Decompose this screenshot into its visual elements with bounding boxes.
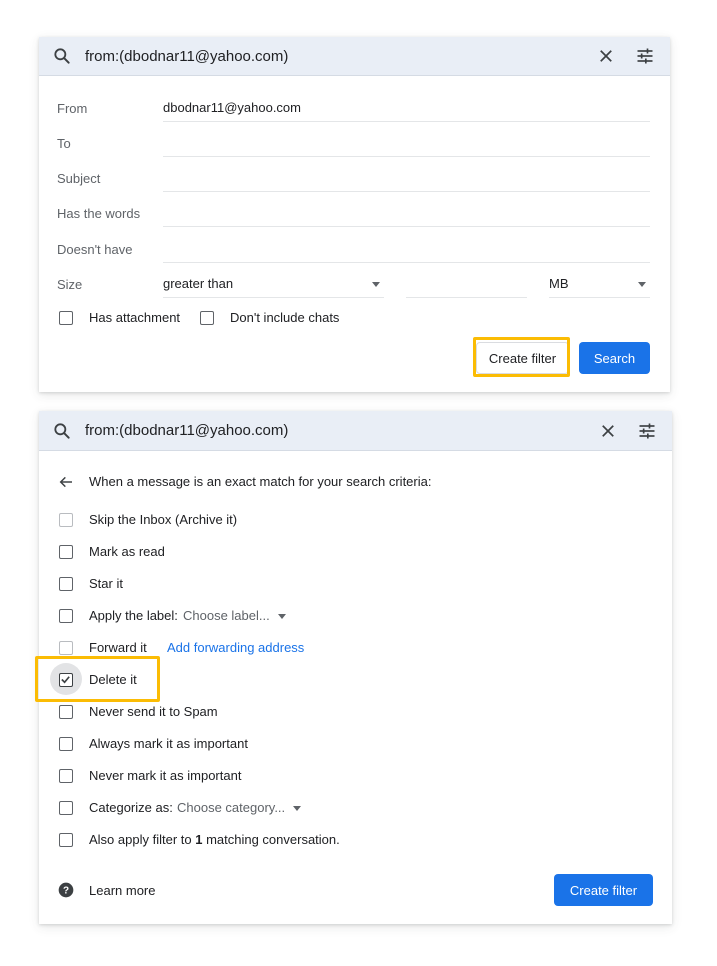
star-checkbox[interactable] — [59, 577, 73, 591]
to-label: To — [57, 136, 71, 151]
action-always-important: Always mark it as important — [39, 733, 672, 757]
never-spam-checkbox[interactable] — [59, 705, 73, 719]
apply-label-checkbox[interactable] — [59, 609, 73, 623]
create-filter-submit-button[interactable]: Create filter — [554, 874, 653, 906]
choose-category-value: Choose category... — [177, 800, 286, 815]
action-never-spam: Never send it to Spam — [39, 701, 672, 725]
action-categorize: Categorize as: Choose category... — [39, 797, 672, 821]
size-comparator-select[interactable]: greater than — [163, 269, 384, 298]
criteria-header: When a message is an exact match for you… — [89, 474, 432, 489]
size-value-input[interactable] — [406, 269, 527, 298]
never-important-label: Never mark it as important — [89, 768, 242, 783]
tune-icon[interactable] — [635, 46, 655, 66]
apply-label-label: Apply the label: — [89, 608, 178, 623]
size-label: Size — [57, 277, 83, 292]
help-icon[interactable]: ? — [58, 882, 74, 898]
also-apply-prefix: Also apply filter to — [89, 832, 196, 847]
doesnt-have-field[interactable] — [163, 234, 650, 263]
search-criteria-panel: from:(dbodnar11@yahoo.com) From dbodnar1… — [39, 37, 670, 392]
from-label: From — [57, 101, 88, 116]
always-important-checkbox[interactable] — [59, 737, 73, 751]
choose-category-dropdown[interactable]: Choose category... — [177, 800, 302, 815]
checkmark-icon — [61, 676, 70, 684]
search-query[interactable]: from:(dbodnar11@yahoo.com) — [85, 422, 288, 439]
also-apply-suffix: matching conversation. — [202, 832, 340, 847]
categorize-checkbox[interactable] — [59, 801, 73, 815]
forward-label: Forward it — [89, 640, 147, 655]
skip-inbox-checkbox[interactable] — [59, 513, 73, 527]
delete-label: Delete it — [89, 672, 137, 687]
search-button[interactable]: Search — [579, 342, 650, 374]
chevron-down-icon — [293, 806, 302, 812]
chevron-down-icon — [638, 282, 646, 287]
has-attachment-label: Has attachment — [89, 310, 181, 325]
size-unit-value: MB — [549, 276, 569, 291]
dont-include-chats-label: Don't include chats — [230, 310, 340, 325]
from-field[interactable]: dbodnar11@yahoo.com — [163, 93, 650, 122]
close-icon[interactable] — [599, 422, 617, 440]
also-apply-checkbox[interactable] — [59, 833, 73, 847]
action-apply-label: Apply the label: Choose label... — [39, 605, 672, 629]
size-unit-select[interactable]: MB — [549, 269, 650, 298]
action-forward: Forward it Add forwarding address — [39, 637, 672, 661]
never-spam-label: Never send it to Spam — [89, 704, 218, 719]
never-important-checkbox[interactable] — [59, 769, 73, 783]
mark-read-label: Mark as read — [89, 544, 165, 559]
choose-label-value: Choose label... — [183, 608, 270, 623]
dont-include-chats-checkbox[interactable] — [200, 311, 214, 325]
delete-checkbox[interactable] — [59, 673, 73, 687]
subject-field[interactable] — [163, 163, 650, 192]
categorize-label: Categorize as: — [89, 800, 173, 815]
also-apply-label: Also apply filter to 1 matching conversa… — [89, 832, 340, 847]
has-words-row: Has the words — [39, 198, 670, 233]
mark-read-checkbox[interactable] — [59, 545, 73, 559]
action-skip-inbox: Skip the Inbox (Archive it) — [39, 509, 672, 533]
skip-inbox-label: Skip the Inbox (Archive it) — [89, 512, 238, 527]
size-comparator-value: greater than — [163, 276, 234, 291]
search-query[interactable]: from:(dbodnar11@yahoo.com) — [85, 48, 288, 65]
tune-icon[interactable] — [637, 421, 657, 441]
create-filter-button[interactable]: Create filter — [476, 342, 569, 374]
svg-text:?: ? — [63, 885, 69, 896]
subject-row: Subject — [39, 163, 670, 198]
choose-label-dropdown[interactable]: Choose label... — [183, 608, 286, 623]
chevron-down-icon — [372, 282, 380, 287]
from-row: From dbodnar11@yahoo.com — [39, 93, 670, 128]
size-row: Size greater than MB — [39, 269, 670, 304]
back-arrow-icon[interactable] — [58, 474, 74, 490]
action-mark-read: Mark as read — [39, 541, 672, 565]
filter-actions-panel: from:(dbodnar11@yahoo.com) When a messag… — [39, 411, 672, 924]
search-bar: from:(dbodnar11@yahoo.com) — [39, 411, 672, 451]
action-star: Star it — [39, 573, 672, 597]
learn-more-link[interactable]: Learn more — [89, 883, 155, 898]
close-icon[interactable] — [597, 47, 615, 65]
action-never-important: Never mark it as important — [39, 765, 672, 789]
add-forwarding-link[interactable]: Add forwarding address — [167, 640, 304, 655]
chevron-down-icon — [277, 614, 286, 620]
search-bar: from:(dbodnar11@yahoo.com) — [39, 37, 670, 76]
action-delete: Delete it — [39, 663, 672, 695]
to-field[interactable] — [163, 128, 650, 157]
to-row: To — [39, 128, 670, 163]
forward-checkbox[interactable] — [59, 641, 73, 655]
search-icon[interactable] — [52, 46, 72, 66]
star-label: Star it — [89, 576, 123, 591]
subject-label: Subject — [57, 171, 101, 186]
doesnt-have-row: Doesn't have — [39, 234, 670, 269]
always-important-label: Always mark it as important — [89, 736, 248, 751]
has-attachment-checkbox[interactable] — [59, 311, 73, 325]
has-words-label: Has the words — [57, 206, 141, 221]
search-icon[interactable] — [52, 421, 72, 441]
doesnt-have-label: Doesn't have — [57, 242, 133, 257]
has-words-field[interactable] — [163, 198, 650, 227]
action-also-apply: Also apply filter to 1 matching conversa… — [39, 829, 672, 853]
